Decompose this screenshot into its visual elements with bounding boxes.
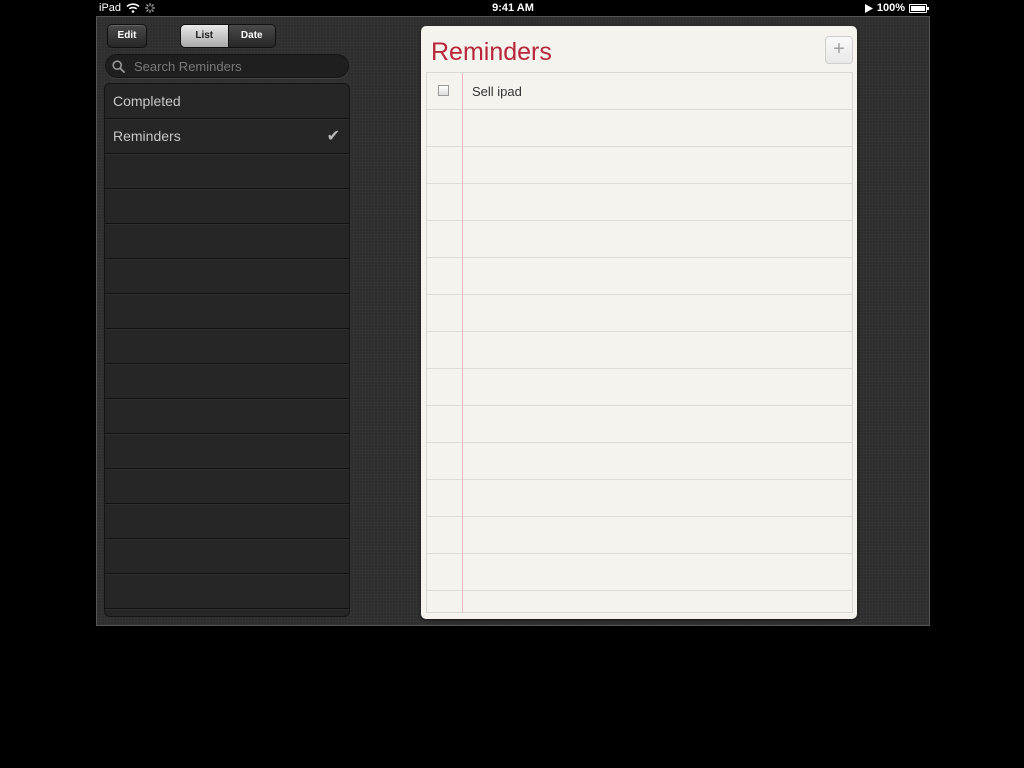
empty-row (105, 364, 349, 399)
status-bar: iPad 9:41 AM 100% (96, 0, 930, 16)
empty-row (105, 329, 349, 364)
list-item-completed[interactable]: Completed (105, 84, 349, 119)
page-title: Reminders (431, 38, 552, 66)
list-item-label: Completed (113, 93, 181, 109)
empty-row (105, 189, 349, 224)
add-reminder-button[interactable]: + (825, 36, 853, 64)
play-icon (864, 3, 873, 13)
battery-icon (909, 3, 929, 13)
reminder-list: Sell ipad (426, 72, 853, 613)
empty-row (105, 154, 349, 189)
search-bar[interactable] (105, 54, 349, 78)
empty-row (105, 224, 349, 259)
reminder-text[interactable]: Sell ipad (472, 73, 522, 110)
reminder-item[interactable]: Sell ipad (427, 73, 852, 110)
empty-row (105, 574, 349, 609)
search-icon (112, 59, 126, 73)
margin-line (462, 73, 463, 612)
view-mode-segmented-control: List Date (180, 24, 276, 48)
status-time: 9:41 AM (492, 2, 534, 14)
checkmark-icon: ✔ (326, 128, 340, 145)
battery-percent: 100% (876, 2, 905, 14)
list-item-label: Reminders (113, 128, 181, 144)
segment-list[interactable]: List (181, 25, 228, 47)
search-input[interactable] (132, 57, 336, 75)
empty-row (105, 294, 349, 329)
segment-date[interactable]: Date (227, 25, 275, 47)
status-right: 100% (864, 0, 929, 16)
empty-row (105, 399, 349, 434)
reminder-checkbox[interactable] (438, 85, 449, 96)
lists-sidebar: Completed Reminders ✔ (104, 83, 350, 617)
reminders-paper: Reminders + Sell ipad (421, 26, 857, 619)
reminders-app: Edit List Date Completed Reminders ✔ (96, 16, 930, 626)
edit-button[interactable]: Edit (107, 24, 147, 48)
list-item-reminders[interactable]: Reminders ✔ (105, 119, 349, 154)
empty-row (105, 539, 349, 574)
empty-row (105, 434, 349, 469)
empty-row (105, 259, 349, 294)
empty-row (105, 469, 349, 504)
empty-row (105, 504, 349, 539)
